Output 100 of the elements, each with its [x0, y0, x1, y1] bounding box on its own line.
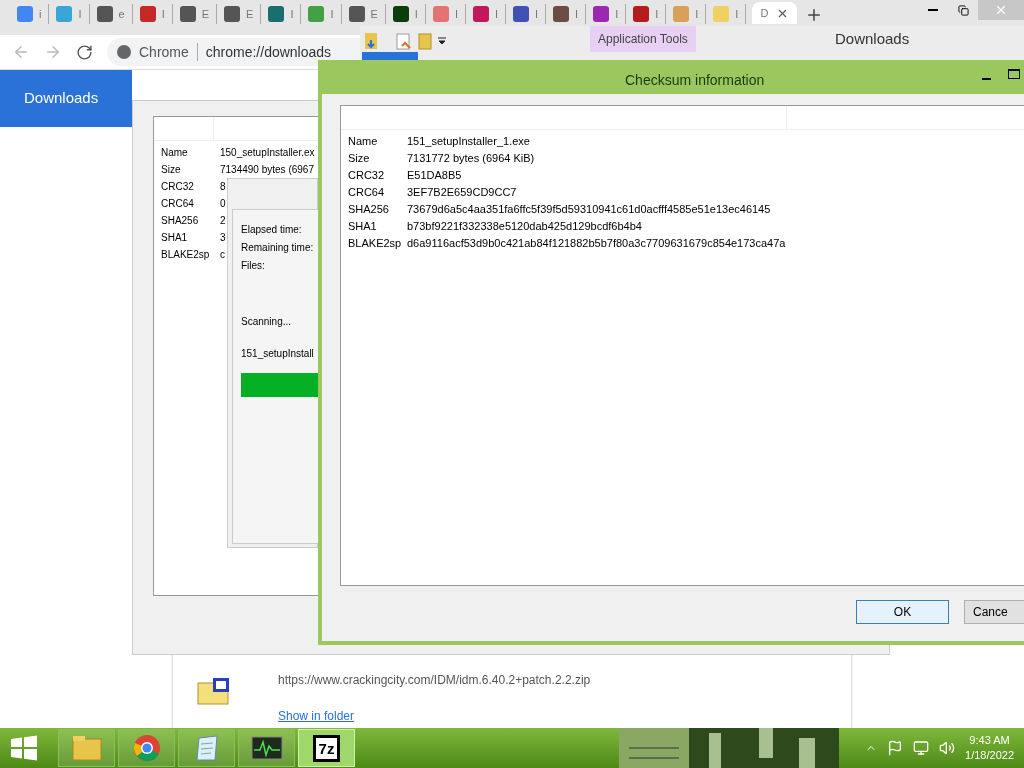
- tab-title: I: [78, 6, 82, 22]
- browser-tab[interactable]: E: [217, 4, 262, 24]
- browser-tab[interactable]: E: [172, 4, 218, 24]
- window-title: Downloads: [835, 29, 910, 49]
- browser-tab[interactable]: I: [506, 4, 547, 24]
- tab-title: I: [695, 6, 699, 22]
- field-label: Name: [348, 134, 379, 149]
- clock-date[interactable]: 1/18/2022: [965, 748, 1014, 763]
- browser-tab[interactable]: I: [586, 4, 627, 24]
- tab-title: i: [39, 6, 42, 22]
- browser-tab[interactable]: I: [301, 4, 342, 24]
- network-icon[interactable]: [913, 740, 930, 756]
- show-in-folder-link[interactable]: Show in folder: [278, 707, 355, 725]
- field-value: 7131772 bytes (6964 KiB): [407, 151, 535, 166]
- dialog-button[interactable]: OK: [856, 600, 949, 624]
- browser-tab[interactable]: e: [89, 4, 133, 24]
- flag-icon[interactable]: [887, 740, 904, 756]
- field-value: 3EF7B2E659CD9CC7: [407, 185, 517, 200]
- field-label: SHA256: [348, 202, 390, 217]
- browser-tab[interactable]: I: [425, 4, 466, 24]
- field-label: Size: [348, 151, 371, 166]
- close-icon: [994, 3, 1008, 17]
- browser-tab[interactable]: i: [10, 4, 50, 24]
- tab-title: I: [161, 6, 165, 22]
- field-label: CRC32: [348, 168, 386, 183]
- progress-label: Files:: [241, 259, 266, 273]
- tab-title: I: [535, 6, 539, 22]
- site-icon: [117, 45, 131, 59]
- field-label: BLAKE2sp: [161, 248, 211, 262]
- browser-tab[interactable]: I: [666, 4, 707, 24]
- browser-tab[interactable]: D: [752, 2, 798, 24]
- tab-title: I: [615, 6, 619, 22]
- tab-title: I: [454, 6, 458, 22]
- new-folder-icon: [418, 33, 432, 50]
- tab-title: I: [495, 6, 499, 22]
- field-label: SHA1: [348, 219, 378, 234]
- field-value: 0: [220, 197, 226, 211]
- progress-label: Elapsed time:: [241, 223, 303, 237]
- field-label: Name: [161, 146, 189, 160]
- dropdown-icon[interactable]: [438, 37, 446, 45]
- field-value: 2: [220, 214, 226, 228]
- field-label: Size: [161, 163, 182, 177]
- field-value: c: [220, 248, 225, 262]
- tab-title: E: [246, 6, 254, 22]
- site-name: Chrome: [139, 42, 189, 62]
- archive-file-icon: [197, 677, 231, 705]
- field-label: BLAKE2sp: [348, 236, 403, 251]
- dialog-button[interactable]: Cance: [964, 600, 1024, 624]
- field-label: CRC64: [348, 185, 386, 200]
- browser-tab[interactable]: I: [466, 4, 507, 24]
- tab-title: e: [118, 6, 125, 22]
- download-url: https://www.crackingcity.com/IDM/idm.6.40.2+patch.2.2.zip: [278, 672, 591, 689]
- folder-icon: [364, 32, 380, 50]
- start-icon[interactable]: [10, 735, 38, 761]
- browser-tab[interactable]: I: [626, 4, 667, 24]
- clock-time[interactable]: 9:43 AM: [969, 733, 1010, 748]
- tab-title: E: [201, 6, 210, 22]
- browser-icon: [132, 734, 161, 762]
- reload-icon[interactable]: [76, 43, 93, 61]
- maximize-icon[interactable]: [1008, 69, 1020, 79]
- restore-icon: [957, 4, 969, 16]
- archiver-logo: 7z: [312, 734, 341, 762]
- tab-title: D: [760, 5, 769, 21]
- tab-title: I: [414, 6, 418, 22]
- browser-tab[interactable]: I: [132, 4, 173, 24]
- field-value: b73bf9221f332338e5120dab425d129bcdf6b4b4: [407, 219, 642, 234]
- field-value: 8: [220, 180, 226, 194]
- context-tab[interactable]: Application Tools: [590, 26, 696, 52]
- speaker-icon[interactable]: [939, 740, 956, 756]
- taskbar-button[interactable]: 7z: [298, 729, 355, 767]
- browser-tab[interactable]: I: [546, 4, 587, 24]
- forward-icon[interactable]: [44, 43, 62, 61]
- minimize-icon: [928, 9, 938, 11]
- field-label: CRC64: [161, 197, 195, 211]
- browser-tab[interactable]: I: [385, 4, 426, 24]
- field-label: CRC32: [161, 180, 195, 194]
- downloads-header: Downloads: [0, 70, 132, 127]
- field-value: E51DA8B5: [407, 168, 462, 183]
- folder-icon: [71, 735, 102, 761]
- field-label: SHA1: [161, 231, 189, 245]
- status-text: Scanning...: [241, 315, 292, 329]
- field-value: d6a9116acf53d9b0c421ab84f121882b5b7f80a3c7709631679c854e173ca47a: [407, 236, 786, 251]
- tab-title: I: [575, 6, 579, 22]
- tab-title: I: [655, 6, 659, 22]
- field-value: 7134490 bytes (6967: [220, 163, 314, 177]
- url-text: chrome://downloads: [205, 42, 332, 62]
- activity-monitor-icon: [250, 736, 283, 760]
- progress-label: Remaining time:: [241, 241, 314, 255]
- browser-tab[interactable]: I: [706, 4, 747, 24]
- browser-tab[interactable]: E: [341, 4, 386, 24]
- tab-title: I: [330, 6, 334, 22]
- taskbar-button[interactable]: [238, 729, 295, 767]
- tab-title: I: [735, 6, 739, 22]
- browser-tab[interactable]: I: [49, 4, 90, 24]
- back-icon[interactable]: [12, 43, 30, 61]
- tab-title: E: [370, 6, 378, 22]
- properties-icon: [396, 33, 412, 50]
- browser-tab[interactable]: I: [261, 4, 302, 24]
- field-label: SHA256: [161, 214, 200, 228]
- field-value: 150_setupInstaller.ex: [220, 146, 315, 160]
